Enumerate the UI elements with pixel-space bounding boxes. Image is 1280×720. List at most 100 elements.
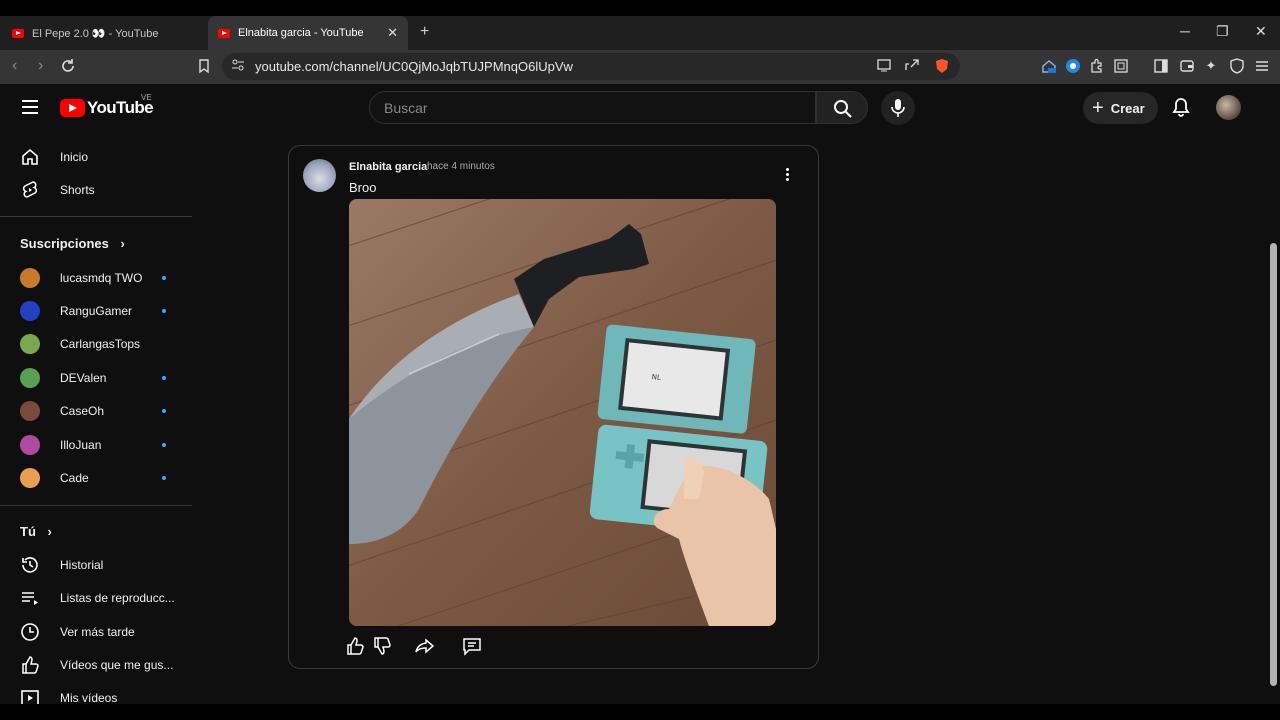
brave-shields-icon[interactable]	[934, 58, 950, 74]
reader-mode-icon[interactable]	[1113, 58, 1129, 74]
subscription-item[interactable]: lucasmdq TWO	[0, 261, 192, 294]
sidebar-item-label: Listas de reproducc...	[60, 590, 175, 605]
youtube-favicon-icon	[12, 28, 24, 38]
leo-ai-icon[interactable]: ✦	[1203, 58, 1219, 74]
forward-icon[interactable]: ›	[38, 57, 43, 75]
post-time[interactable]: hace 4 minutos	[427, 161, 495, 172]
new-content-dot	[162, 475, 166, 480]
extension-home-icon[interactable]	[1041, 58, 1057, 74]
comment-icon[interactable]	[462, 636, 482, 656]
browser-tab-strip: El Pepe 2.0 👀 - YouTube Elnabita garcia …	[0, 16, 1280, 50]
channel-avatar	[20, 467, 40, 488]
like-icon[interactable]	[345, 636, 365, 656]
subscription-item[interactable]: IlloJuan	[0, 428, 192, 461]
channel-name: IlloJuan	[60, 437, 102, 452]
channel-name: Cade	[60, 470, 89, 485]
sidebar-item-playlists[interactable]: Listas de reproducc...	[0, 581, 192, 614]
watch-later-icon	[21, 622, 39, 641]
new-content-dot	[162, 408, 166, 413]
more-options-icon[interactable]	[786, 168, 790, 183]
sidebar-divider	[0, 216, 192, 217]
share-icon[interactable]	[904, 58, 920, 74]
sidebar-divider	[0, 505, 192, 506]
plus-icon: +	[1092, 97, 1104, 119]
new-content-dot	[162, 442, 166, 447]
subscription-item[interactable]: CaseOh	[0, 394, 192, 427]
notifications-bell-icon[interactable]	[1170, 96, 1192, 118]
site-info-icon[interactable]	[230, 58, 246, 74]
youtube-favicon-icon	[218, 28, 230, 38]
chevron-right-icon: ›	[47, 524, 52, 539]
window-bottom-edge	[0, 704, 1280, 720]
account-avatar[interactable]	[1216, 95, 1241, 120]
post-image[interactable]: NL	[349, 199, 776, 626]
back-icon[interactable]: ‹	[12, 57, 17, 75]
channel-avatar	[20, 333, 40, 354]
browser-menu-icon[interactable]	[1254, 58, 1270, 74]
search-input[interactable]: Buscar	[369, 91, 816, 124]
create-label: Crear	[1110, 100, 1145, 116]
reload-icon[interactable]	[60, 58, 76, 74]
sidebar-item-shorts[interactable]: Shorts	[0, 173, 192, 206]
channel-name: CaseOh	[60, 403, 105, 418]
wallet-icon[interactable]	[1179, 58, 1195, 74]
channel-name: lucasmdq TWO	[60, 270, 143, 285]
tab-el-pepe[interactable]: El Pepe 2.0 👀 - YouTube	[2, 16, 208, 50]
create-button[interactable]: + Crear	[1083, 92, 1158, 124]
sidebar-item-label: Mis vídeos	[60, 690, 118, 705]
subscription-item[interactable]: RanguGamer	[0, 294, 192, 327]
bookmark-icon[interactable]	[196, 58, 212, 74]
address-bar[interactable]: youtube.com/channel/UC0QjMoJqbTUJPMnqO6l…	[222, 53, 960, 80]
channel-avatar	[20, 267, 40, 288]
youtube-logo[interactable]: YouTube VE	[60, 93, 154, 118]
you-heading[interactable]: Tú ›	[20, 524, 52, 539]
scrollbar-thumb[interactable]	[1270, 243, 1277, 686]
new-content-dot	[162, 308, 166, 313]
subscription-item[interactable]: Cade	[0, 461, 192, 494]
subscription-item[interactable]: CarlangasTops	[0, 327, 192, 360]
history-icon	[22, 556, 38, 573]
post-author[interactable]: Elnabita garcia	[349, 161, 427, 173]
subscription-item[interactable]: DEValen	[0, 361, 192, 394]
voice-search-button[interactable]	[881, 91, 915, 125]
microphone-icon	[891, 99, 905, 117]
channel-name: RanguGamer	[60, 303, 133, 318]
new-content-dot	[162, 275, 166, 280]
sidebar-item-label: Inicio	[60, 149, 89, 164]
youtube-page: YouTube VE Buscar + Crear Inicio Shorts …	[0, 84, 1280, 706]
home-icon	[22, 148, 38, 165]
sidebar-item-historial[interactable]: Historial	[0, 548, 192, 581]
new-tab-icon[interactable]: +	[420, 23, 429, 41]
dislike-icon[interactable]	[372, 636, 392, 656]
tab-title: El Pepe 2.0 👀 - YouTube	[32, 27, 159, 40]
sidebar-item-label: Historial	[60, 557, 104, 572]
channel-avatar	[20, 434, 40, 455]
subscriptions-heading[interactable]: Suscripciones ›	[20, 236, 125, 251]
subscriptions-title: Suscripciones	[20, 236, 109, 251]
tab-title: Elnabita garcia - YouTube	[238, 27, 364, 39]
sidebar-item-liked-videos[interactable]: Vídeos que me gus...	[0, 648, 192, 681]
sidebar-toggle-icon[interactable]	[1153, 58, 1169, 74]
search-icon	[834, 100, 852, 118]
sidebar-item-inicio[interactable]: Inicio	[0, 140, 192, 173]
extension-blue-icon[interactable]	[1065, 58, 1081, 74]
minimize-icon[interactable]: ─	[1180, 23, 1190, 39]
country-code: VE	[141, 93, 152, 102]
sidebar-item-watch-later[interactable]: Ver más tarde	[0, 615, 192, 648]
window-top-edge	[0, 0, 1280, 16]
close-tab-icon[interactable]: ✕	[387, 25, 398, 41]
hamburger-menu-icon[interactable]	[22, 100, 38, 118]
search-button[interactable]	[816, 91, 868, 124]
sidebar-item-label: Shorts	[60, 182, 95, 197]
close-window-icon[interactable]: ✕	[1255, 23, 1267, 40]
maximize-icon[interactable]: ❐	[1216, 23, 1229, 40]
extensions-puzzle-icon[interactable]	[1089, 58, 1105, 74]
you-title: Tú	[20, 524, 36, 539]
tab-elnabita-garcia[interactable]: Elnabita garcia - YouTube ✕	[208, 16, 408, 50]
vpn-shield-icon[interactable]	[1229, 58, 1245, 74]
post-text: Broo	[349, 180, 377, 195]
channel-avatar	[20, 400, 40, 421]
share-arrow-icon[interactable]	[415, 636, 435, 656]
post-author-avatar[interactable]	[303, 159, 336, 192]
cast-icon[interactable]	[876, 58, 892, 74]
